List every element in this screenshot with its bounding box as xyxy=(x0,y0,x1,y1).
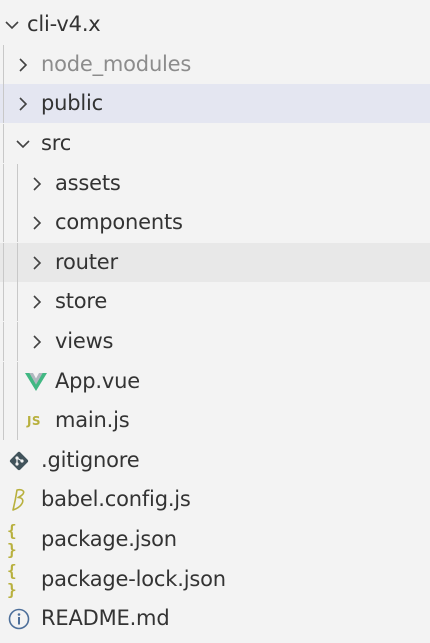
git-icon xyxy=(7,441,31,480)
indent-guide xyxy=(3,282,4,321)
chevron-right-icon xyxy=(25,203,49,242)
tree-item-gitignore[interactable]: .gitignore xyxy=(0,441,430,480)
tree-item-label: README.md xyxy=(41,606,170,630)
tree-item-label: main.js xyxy=(55,408,130,432)
chevron-right-icon xyxy=(25,243,49,282)
indent-guide xyxy=(3,164,4,203)
tree-item-label: views xyxy=(55,329,114,353)
tree-item-package-lock-json[interactable]: { } package-lock.json xyxy=(0,560,430,599)
tree-item-label: App.vue xyxy=(55,369,140,393)
tree-item-label: package.json xyxy=(41,527,177,551)
tree-item-components[interactable]: components xyxy=(0,203,430,242)
tree-item-label: router xyxy=(55,250,118,274)
tree-item-label: babel.config.js xyxy=(41,487,191,511)
tree-item-src[interactable]: src xyxy=(0,124,430,163)
chevron-down-icon xyxy=(0,5,24,44)
indent-guide xyxy=(17,243,18,282)
tree-item-label: node_modules xyxy=(41,52,192,76)
json-icon: { } xyxy=(7,560,31,599)
tree-root-cli-v4x[interactable]: cli-v4.x xyxy=(0,5,430,44)
indent-guide xyxy=(3,362,4,401)
indent-guide xyxy=(3,401,4,440)
tree-item-label: src xyxy=(41,131,72,155)
tree-item-app-vue[interactable]: App.vue xyxy=(0,362,430,401)
tree-item-label: components xyxy=(55,210,183,234)
tree-item-label: store xyxy=(55,289,108,313)
tree-item-main-js[interactable]: JS main.js xyxy=(0,401,430,440)
indent-guide xyxy=(17,362,18,401)
chevron-right-icon xyxy=(25,282,49,321)
tree-item-label: package-lock.json xyxy=(41,567,226,591)
tree-item-store[interactable]: store xyxy=(0,282,430,321)
indent-guide xyxy=(3,203,4,242)
chevron-down-icon xyxy=(11,124,35,163)
javascript-icon-text: JS xyxy=(26,413,42,428)
indent-guide xyxy=(17,282,18,321)
indent-guide xyxy=(3,45,4,84)
tree-item-label: .gitignore xyxy=(41,448,140,472)
indent-guide xyxy=(17,322,18,361)
javascript-icon: JS xyxy=(22,401,46,440)
tree-item-router[interactable]: router xyxy=(0,243,430,282)
indent-guide xyxy=(3,322,4,361)
json-icon: { } xyxy=(7,520,31,559)
tree-item-label: public xyxy=(41,91,103,115)
json-icon-text: { } xyxy=(7,520,17,559)
tree-item-public[interactable]: public xyxy=(0,84,430,123)
chevron-right-icon xyxy=(25,164,49,203)
indent-guide xyxy=(17,203,18,242)
json-icon-text: { } xyxy=(7,560,17,599)
tree-item-babel-config[interactable]: babel.config.js xyxy=(0,480,430,519)
indent-guide xyxy=(3,243,4,282)
tree-item-package-json[interactable]: { } package.json xyxy=(0,520,430,559)
vue-icon xyxy=(24,362,48,401)
tree-item-label: cli-v4.x xyxy=(27,12,101,36)
tree-item-views[interactable]: views xyxy=(0,322,430,361)
babel-icon xyxy=(7,480,31,519)
indent-guide xyxy=(3,84,4,123)
indent-guide xyxy=(3,124,4,163)
indent-guide xyxy=(17,401,18,440)
chevron-right-icon xyxy=(11,84,35,123)
chevron-right-icon xyxy=(25,322,49,361)
tree-item-label: assets xyxy=(55,171,121,195)
chevron-right-icon xyxy=(11,45,35,84)
indent-guide xyxy=(17,164,18,203)
tree-item-assets[interactable]: assets xyxy=(0,164,430,203)
file-explorer-tree: cli-v4.x node_modules public src assets xyxy=(0,0,430,643)
tree-item-readme[interactable]: README.md xyxy=(0,599,430,638)
tree-item-node-modules[interactable]: node_modules xyxy=(0,45,430,84)
info-icon xyxy=(7,599,31,638)
